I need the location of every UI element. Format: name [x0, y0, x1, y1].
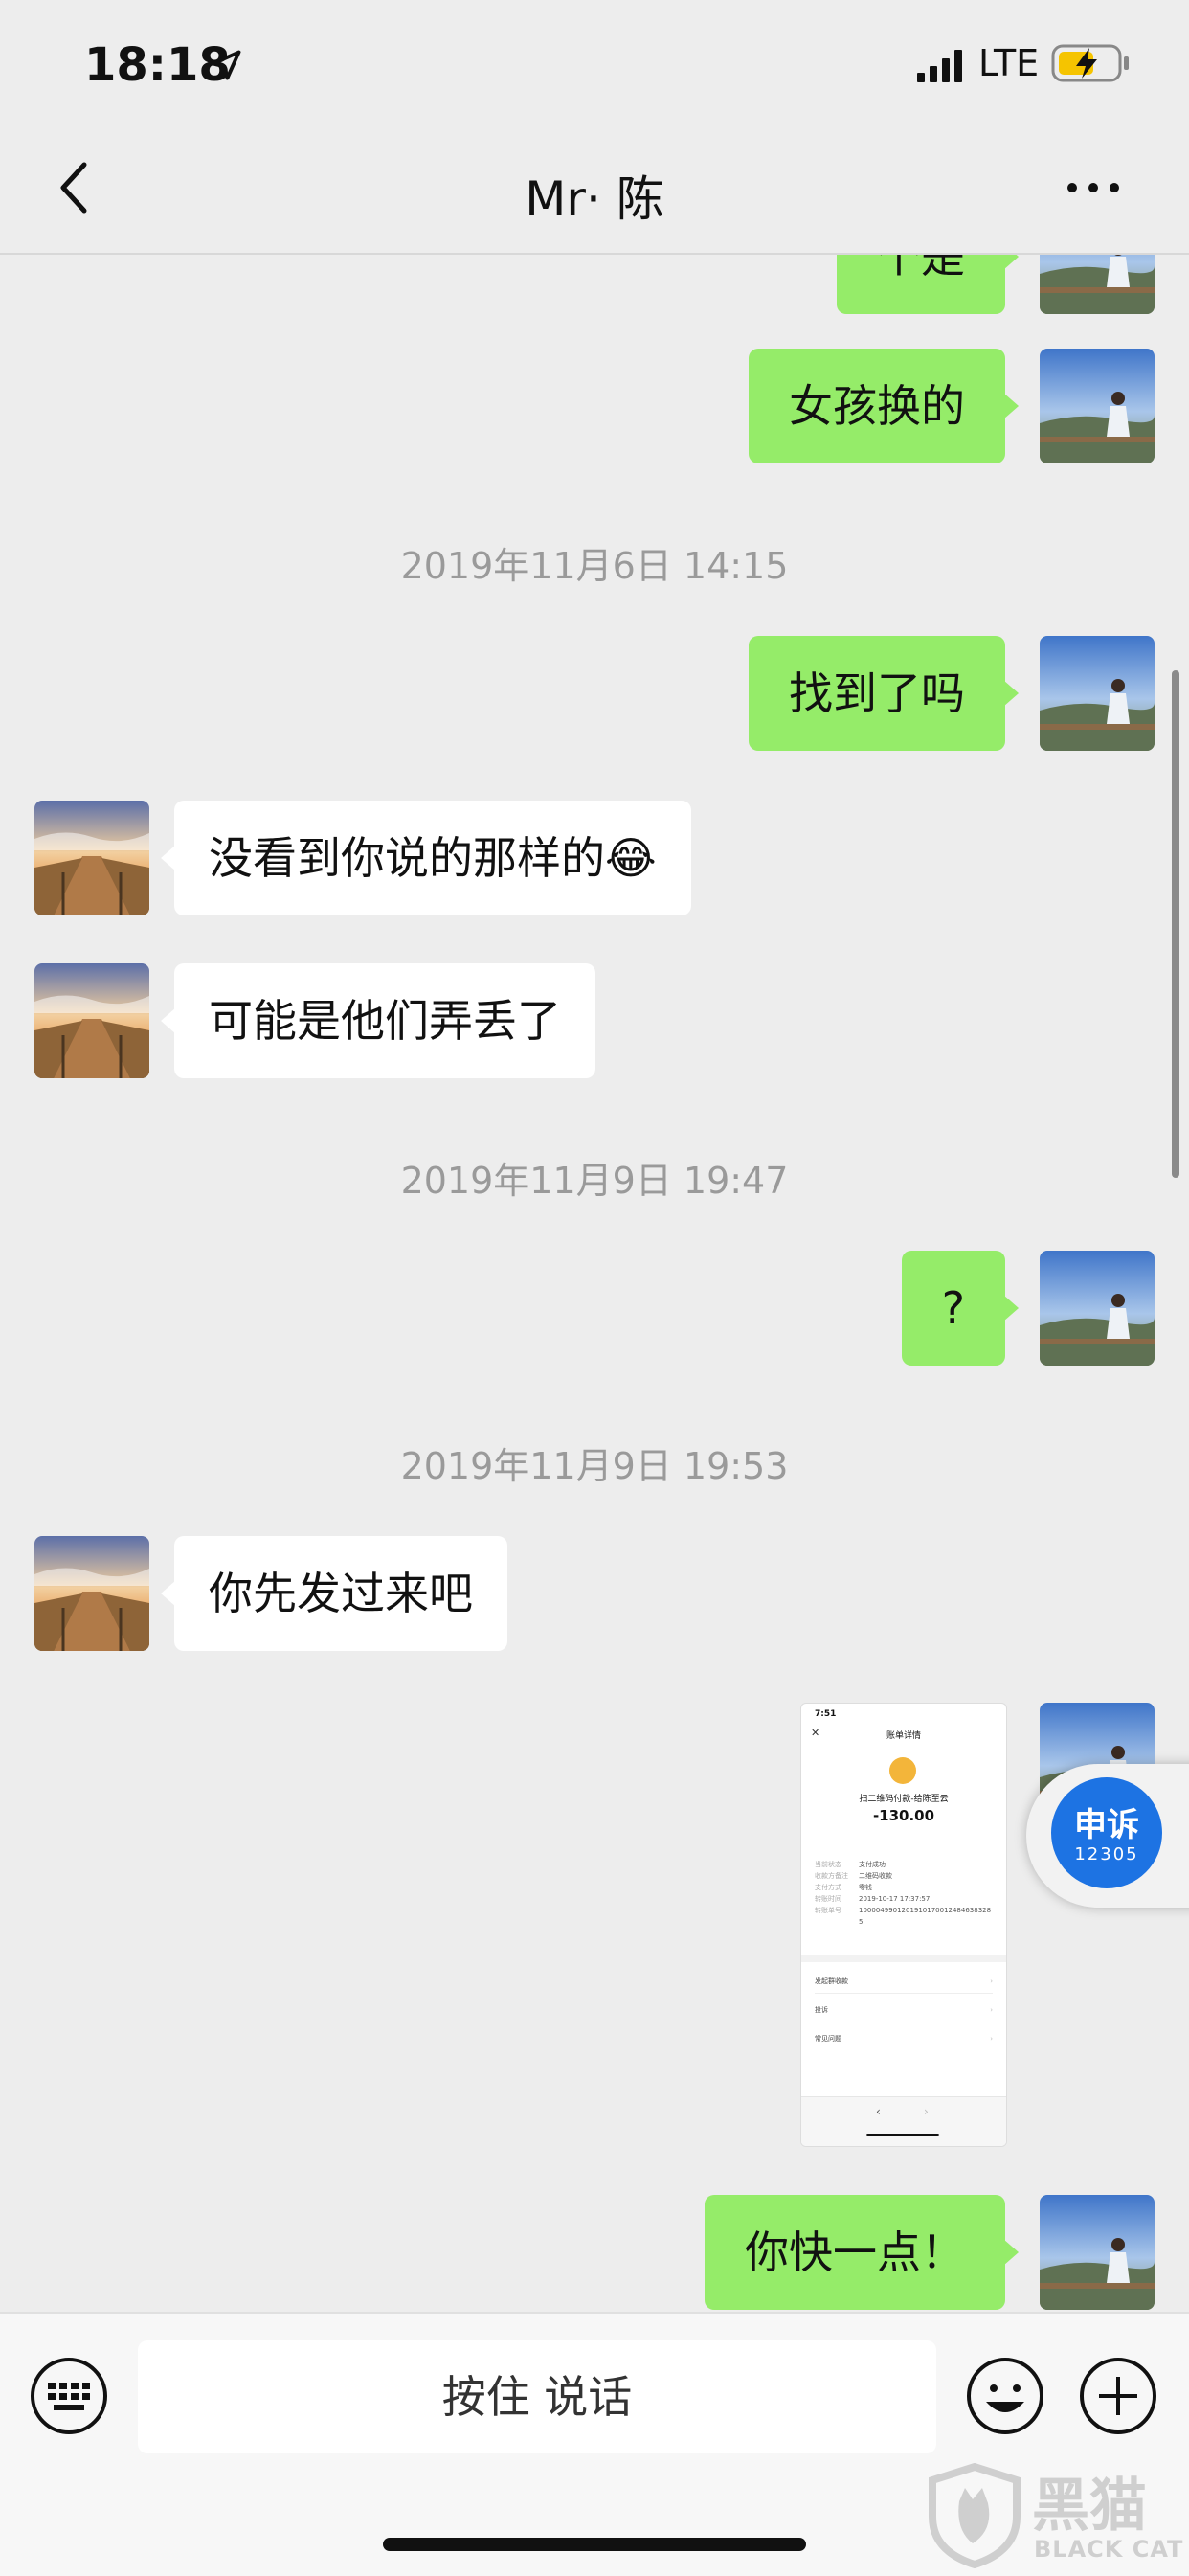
- thumb-bottom-bar: ‹ ›: [801, 2096, 1006, 2146]
- message-row-sent: 个是: [0, 253, 1189, 314]
- thumb-home-indicator: [866, 2134, 939, 2136]
- thumb-detail-row: 转账单号 10000499012019101700124846383285: [815, 1907, 992, 1926]
- message-row-sent: ?: [0, 1251, 1189, 1366]
- status-bar: 18:18 LTE: [0, 0, 1189, 124]
- carrier-label: LTE: [978, 42, 1040, 84]
- keyboard-icon[interactable]: [29, 2356, 109, 2436]
- timestamp: 2019年11月9日 19:47: [400, 1160, 789, 1202]
- message-bubble-sent[interactable]: 找到了吗: [749, 636, 1019, 751]
- appeal-badge[interactable]: 申诉 12305: [1051, 1777, 1162, 1888]
- contact-avatar[interactable]: [34, 801, 149, 915]
- message-list[interactable]: 个是 女孩换的 2019年11月6日 14:15 找到了吗 没看到你说的那样的😂…: [0, 253, 1189, 2312]
- scroll-indicator: [1172, 670, 1179, 1178]
- plus-icon[interactable]: [1078, 2356, 1158, 2436]
- message-row-sent: 你快一点！: [0, 2195, 1189, 2310]
- message-bubble-received[interactable]: 可能是他们弄丢了: [161, 963, 595, 1078]
- thumb-divider: [801, 1955, 1006, 1962]
- chat-title: Mr· 陈: [525, 171, 664, 227]
- location-arrow-icon: [211, 50, 241, 80]
- timestamp: 2019年11月9日 19:53: [400, 1445, 789, 1487]
- my-avatar[interactable]: [1040, 636, 1155, 751]
- thumb-link: 投诉 ›: [815, 1999, 993, 2022]
- image-message-payment-screenshot[interactable]: 7:51 ✕ 账单详情 扫二维码付款-给陈至云 -130.00 当前状态 支付成功…: [800, 1703, 1007, 2147]
- home-indicator: [383, 2538, 806, 2551]
- thumb-back-icon: ‹: [876, 2105, 881, 2118]
- message-row-received: 你先发过来吧: [0, 1536, 1189, 1651]
- hold-to-talk-button[interactable]: 按住 说话: [138, 2340, 936, 2453]
- thumb-link: 发起群收款 ›: [815, 1970, 993, 1994]
- contact-avatar[interactable]: [34, 1536, 149, 1651]
- my-avatar[interactable]: [1040, 2195, 1155, 2310]
- appeal-label: 申诉: [1074, 1806, 1139, 1844]
- message-bubble-received[interactable]: 没看到你说的那样的😂: [161, 801, 691, 915]
- thumb-header: 账单详情: [886, 1731, 921, 1741]
- watermark: 黑猫 BLACK CAT: [927, 2459, 1189, 2574]
- message-row-sent: [0, 1703, 1189, 1818]
- thumb-detail-row: 收款方备注 二维码收款: [815, 1872, 892, 1880]
- appeal-number: 12305: [1074, 1844, 1139, 1864]
- battery-charging-icon: [1051, 44, 1129, 82]
- thumb-details: 当前状态 支付成功 收款方备注 二维码收款 支付方式 零钱 转账时间 2019-10-1…: [815, 1859, 997, 1928]
- cat-shield-logo-icon: [929, 2463, 1021, 2568]
- message-row-received: 可能是他们弄丢了: [0, 963, 1189, 1078]
- message-bubble-sent[interactable]: 女孩换的: [749, 349, 1019, 463]
- nav-bar: Mr· 陈: [0, 124, 1189, 255]
- message-row-received: 没看到你说的那样的😂: [0, 801, 1189, 915]
- message-bubble-sent[interactable]: 个是: [837, 253, 1019, 314]
- thumb-link: 常见问题 ›: [815, 2035, 993, 2043]
- more-options-icon[interactable]: [1065, 178, 1122, 197]
- my-avatar[interactable]: [1040, 349, 1155, 463]
- message-bubble-received[interactable]: 你先发过来吧: [161, 1536, 507, 1651]
- thumb-amount: -130.00: [872, 1807, 935, 1824]
- message-row-sent: 女孩换的: [0, 349, 1189, 463]
- cellular-signal-icon: [917, 50, 962, 82]
- my-avatar[interactable]: [1040, 253, 1155, 314]
- thumb-detail-row: 转账时间 2019-10-17 17:37:57: [815, 1895, 931, 1903]
- thumb-time: 7:51: [815, 1709, 837, 1719]
- thumb-merchant: 扫二维码付款-给陈至云: [859, 1795, 949, 1804]
- appeal-floating-button[interactable]: 申诉 12305: [1026, 1764, 1189, 1908]
- emoji-icon[interactable]: [965, 2356, 1045, 2436]
- message-bubble-sent[interactable]: 你快一点！: [705, 2195, 1019, 2310]
- watermark-cn: 黑猫: [1032, 2473, 1147, 2540]
- thumb-payment-icon: [889, 1757, 916, 1784]
- timestamp: 2019年11月6日 14:15: [400, 545, 789, 587]
- thumb-detail-row: 当前状态 支付成功: [815, 1861, 886, 1868]
- watermark-en: BLACK CAT: [1034, 2536, 1184, 2563]
- message-bubble-sent[interactable]: ?: [901, 1251, 1020, 1366]
- my-avatar[interactable]: [1040, 1251, 1155, 1366]
- thumb-detail-row: 支付方式 零钱: [815, 1884, 872, 1891]
- message-row-sent: 找到了吗: [0, 636, 1189, 751]
- thumb-forward-icon: ›: [924, 2105, 929, 2118]
- contact-avatar[interactable]: [34, 963, 149, 1078]
